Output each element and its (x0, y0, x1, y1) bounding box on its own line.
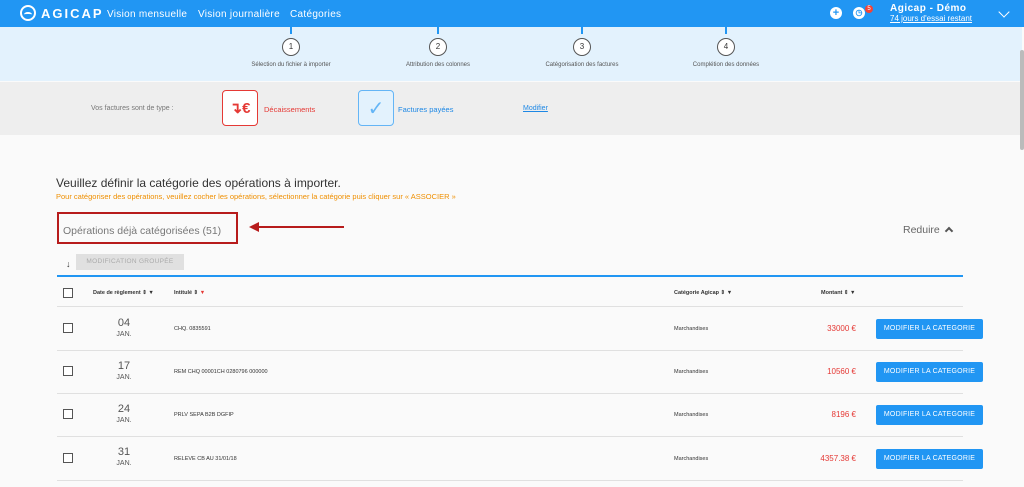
modify-category-button[interactable]: MODIFIER LA CATEGORIE (876, 405, 983, 425)
instruction-text: Pour catégoriser des opérations, veuille… (56, 192, 456, 201)
sort-down-icon[interactable]: ↓ (66, 259, 71, 269)
logo-icon (20, 5, 36, 21)
step-number: 3 (573, 38, 591, 56)
nav-vision-journaliere[interactable]: Vision journalière (198, 9, 280, 20)
step-number: 4 (717, 38, 735, 56)
header-label[interactable]: Intitulé ⇕ ▼ (174, 290, 205, 296)
select-all-checkbox[interactable] (63, 288, 73, 298)
modify-category-button[interactable]: MODIFIER LA CATEGORIE (876, 319, 983, 339)
row-category: Marchandises (674, 326, 709, 332)
logo[interactable]: AGICAP (20, 5, 104, 21)
row-divider (57, 393, 963, 394)
collapse-button[interactable]: Reduire (903, 224, 940, 236)
page-heading: Veuillez définir la catégorie des opérat… (56, 176, 341, 190)
clock-icon[interactable]: ◷ (853, 7, 865, 19)
row-amount: 10560 € (827, 367, 856, 376)
row-category: Marchandises (674, 369, 709, 375)
step-number: 2 (429, 38, 447, 56)
row-amount: 33000 € (827, 324, 856, 333)
disbursement-icon[interactable]: ↴€ (222, 90, 258, 126)
row-category: Marchandises (674, 456, 709, 462)
row-month: JAN. (116, 460, 132, 467)
invoice-type-label: Vos factures sont de type : (91, 105, 174, 112)
row-label: CHQ. 0835591 (174, 326, 211, 332)
modify-link[interactable]: Modifier (523, 105, 548, 112)
row-day: 04 (117, 317, 131, 329)
nav-categories[interactable]: Catégories (290, 9, 341, 20)
row-amount: 8196 € (831, 410, 856, 419)
top-nav: AGICAP Vision mensuelle Vision journaliè… (0, 0, 1024, 27)
notification-badge: 5 (865, 5, 873, 13)
table-divider (57, 275, 963, 277)
row-checkbox[interactable] (63, 323, 73, 333)
disbursement-label: Décaissements (264, 105, 316, 114)
row-label: RELEVE CB AU 31/01/18 (174, 456, 237, 462)
annotation-arrow-line (258, 226, 344, 228)
section-title: Opérations déjà catégorisées (51) (63, 225, 222, 237)
filter-icon[interactable]: ▼ (200, 290, 205, 296)
row-divider (57, 436, 963, 437)
row-checkbox[interactable] (63, 453, 73, 463)
row-checkbox[interactable] (63, 366, 73, 376)
row-label: REM CHQ 00001CH 0280796 000000 (174, 369, 268, 375)
add-icon[interactable]: + (830, 7, 842, 19)
row-divider (57, 350, 963, 351)
group-edit-button[interactable]: MODIFICATION GROUPÉE (76, 254, 184, 270)
row-day: 24 (117, 403, 131, 415)
row-day: 31 (117, 446, 131, 458)
header-category[interactable]: Catégorie Agicap ⇕ ▼ (674, 290, 732, 296)
checkmark-icon[interactable]: ✓ (358, 90, 394, 126)
row-month: JAN. (116, 417, 132, 424)
import-steps: 1 Sélection du fichier à importer 2 Attr… (0, 27, 1022, 81)
header-date[interactable]: Date de règlement ⇕ ▼ (93, 290, 154, 296)
row-divider (57, 480, 963, 481)
step-4: 4 Complétion des données (626, 27, 826, 68)
row-checkbox[interactable] (63, 409, 73, 419)
nav-vision-mensuelle[interactable]: Vision mensuelle (107, 9, 187, 20)
header-amount[interactable]: Montant ⇕ ▼ (821, 290, 856, 296)
trial-link[interactable]: 74 jours d'essai restant (890, 14, 972, 23)
header-label-text: Intitulé ⇕ (174, 290, 199, 296)
modify-category-button[interactable]: MODIFIER LA CATEGORIE (876, 362, 983, 382)
user-name[interactable]: Agicap - Démo (890, 3, 967, 14)
row-category: Marchandises (674, 412, 709, 418)
modify-category-button[interactable]: MODIFIER LA CATEGORIE (876, 449, 983, 469)
chevron-down-icon[interactable] (998, 6, 1010, 18)
step-number: 1 (282, 38, 300, 56)
invoice-type-band: Vos factures sont de type : ↴€ Décaissem… (0, 82, 1022, 135)
row-day: 17 (117, 360, 131, 372)
row-month: JAN. (116, 374, 132, 381)
step-label: Complétion des données (692, 62, 760, 68)
paid-invoices-label: Factures payées (398, 105, 454, 114)
row-label: PRLV SEPA B2B DGFIP (174, 412, 234, 418)
row-divider (57, 306, 963, 307)
page-scrollbar[interactable] (1020, 50, 1024, 150)
row-month: JAN. (116, 331, 132, 338)
row-amount: 4357.38 € (820, 454, 856, 463)
brand-name: AGICAP (41, 5, 104, 21)
